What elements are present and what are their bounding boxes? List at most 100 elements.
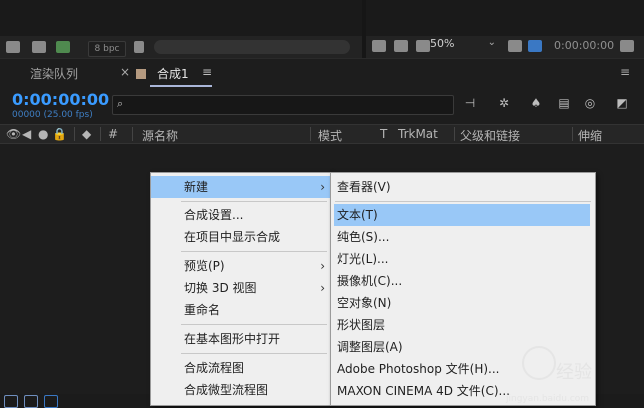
- panel-menu-icon[interactable]: ≡: [620, 65, 630, 79]
- viewer-area-left: [0, 0, 362, 36]
- folder-icon[interactable]: [32, 41, 46, 53]
- shy-layers-icon[interactable]: ♠: [528, 96, 544, 110]
- menu-item-label: 摄像机(C)...: [337, 274, 403, 288]
- active-tab-indicator: [150, 85, 212, 87]
- comp-flowchart-icon[interactable]: ⊣: [462, 96, 478, 110]
- menu-item-label: 预览(P): [184, 259, 225, 273]
- menu-item-label: 重命名: [184, 303, 221, 317]
- graph-editor-icon[interactable]: ◩: [614, 96, 630, 110]
- tab-comp1[interactable]: 合成1: [157, 65, 189, 82]
- menu-item-label: 文本(T): [337, 208, 378, 222]
- column-divider: [572, 127, 573, 141]
- close-icon[interactable]: ×: [120, 65, 130, 79]
- submenu-item-viewer[interactable]: 查看器(V): [331, 176, 595, 198]
- tab-menu-icon[interactable]: ≡: [202, 65, 212, 79]
- in-out-icon[interactable]: [44, 395, 58, 408]
- camera-snapshot-icon[interactable]: [620, 40, 634, 52]
- column-divider: [74, 127, 75, 141]
- zoom-value: 50%: [430, 37, 455, 50]
- timeline-tab-bar: 渲染队列 × 合成1 ≡ ≡: [0, 58, 644, 89]
- monitor-icon[interactable]: [394, 40, 408, 52]
- submenu-item-null-object[interactable]: 空对象(N): [331, 292, 595, 314]
- menu-item-comp-mini-flowchart[interactable]: 合成微型流程图: [151, 379, 331, 401]
- menu-item-label: 新建: [184, 180, 209, 194]
- transfer-controls-icon[interactable]: [24, 395, 38, 408]
- column-divider: [310, 127, 311, 141]
- column-divider: [100, 127, 101, 141]
- snapshot-icon[interactable]: [6, 41, 20, 53]
- menu-item-label: 灯光(L)...: [337, 252, 389, 266]
- menu-item-label: 查看器(V): [337, 180, 391, 194]
- menu-item-label: 空对象(N): [337, 296, 392, 310]
- menu-item-reveal-in-project[interactable]: 在项目中显示合成: [151, 226, 331, 248]
- grid-icon[interactable]: [508, 40, 522, 52]
- layer-switches-icon[interactable]: [4, 395, 18, 408]
- project-scrollbar[interactable]: [154, 40, 350, 54]
- menu-item-label: 形状图层: [337, 318, 386, 332]
- zoom-select[interactable]: 50% ⌄: [430, 37, 500, 53]
- color-settings-icon[interactable]: [56, 41, 70, 53]
- menu-item-new[interactable]: 新建 ›: [151, 176, 331, 198]
- frame-blending-icon[interactable]: ▤: [556, 96, 572, 110]
- chevron-right-icon: ›: [320, 259, 325, 273]
- draft-3d-icon[interactable]: ✲: [496, 96, 512, 110]
- chevron-down-icon: ⌄: [487, 37, 496, 48]
- submenu-item-solid[interactable]: 纯色(S)...: [331, 226, 595, 248]
- watermark-text: 经验: [556, 362, 592, 383]
- menu-item-label: 合成微型流程图: [184, 383, 269, 397]
- layer-search-input[interactable]: ⌕: [112, 95, 454, 115]
- menu-separator: [181, 201, 327, 202]
- transparency-grid-icon[interactable]: [528, 40, 542, 52]
- menu-item-label: 切换 3D 视图: [184, 281, 257, 295]
- submenu-item-shape-layer[interactable]: 形状图层: [331, 314, 595, 336]
- lock-icon[interactable]: 🔒: [52, 127, 67, 141]
- current-time[interactable]: 0:00:00:00: [12, 90, 109, 109]
- frame-rate-readout: 00000 (25.00 fps): [12, 110, 93, 120]
- column-mode[interactable]: 模式: [318, 127, 342, 144]
- column-divider: [132, 127, 133, 141]
- column-t[interactable]: T: [380, 127, 387, 141]
- mask-icon[interactable]: [416, 40, 430, 52]
- eye-icon[interactable]: 👁: [6, 127, 21, 141]
- submenu-item-camera[interactable]: 摄像机(C)...: [331, 270, 595, 292]
- submenu-item-text[interactable]: 文本(T): [334, 204, 590, 226]
- column-parent[interactable]: 父级和链接: [460, 127, 520, 144]
- watermark-url: jingyan.baidu.com: [506, 394, 590, 404]
- viewer-toolbar-left: 8 bpc: [0, 0, 362, 58]
- audio-icon[interactable]: ◀: [22, 127, 31, 141]
- chevron-right-icon: ›: [320, 180, 325, 194]
- menu-separator: [181, 353, 327, 354]
- menu-separator: [335, 201, 591, 202]
- trash-icon[interactable]: [134, 41, 144, 53]
- menu-item-label: 调整图层(A): [337, 340, 403, 354]
- menu-item-label: 合成设置...: [184, 208, 244, 222]
- menu-item-rename[interactable]: 重命名: [151, 299, 331, 321]
- viewer-area-right: [366, 0, 644, 36]
- menu-item-label: 合成流程图: [184, 361, 245, 375]
- bpc-button[interactable]: 8 bpc: [88, 41, 126, 57]
- submenu-item-light[interactable]: 灯光(L)...: [331, 248, 595, 270]
- menu-item-preview[interactable]: 预览(P) ›: [151, 255, 331, 277]
- viewer-toolbar-right: 50% ⌄ 0:00:00:00: [366, 0, 644, 58]
- menu-item-open-in-essential-graphics[interactable]: 在基本图形中打开: [151, 328, 331, 350]
- watermark: 经验 jingyan.baidu.com: [500, 338, 620, 404]
- region-of-interest-icon[interactable]: [372, 40, 386, 52]
- column-source-name[interactable]: 源名称: [142, 127, 178, 144]
- tab-render-queue[interactable]: 渲染队列: [30, 65, 78, 82]
- motion-blur-icon[interactable]: ◎: [582, 96, 598, 110]
- label-tag-icon[interactable]: ◆: [82, 127, 91, 141]
- search-icon: ⌕: [117, 97, 124, 110]
- baidu-paw-logo: [522, 346, 556, 380]
- menu-item-switch-3d-view[interactable]: 切换 3D 视图 ›: [151, 277, 331, 299]
- viewer-timecode[interactable]: 0:00:00:00: [554, 39, 614, 52]
- context-menu: 新建 › 合成设置... 在项目中显示合成 预览(P) › 切换 3D 视图 ›…: [150, 172, 332, 406]
- column-stretch[interactable]: 伸缩: [578, 127, 602, 144]
- column-hash[interactable]: #: [108, 127, 118, 141]
- solo-icon[interactable]: ●: [38, 127, 48, 141]
- comp-color-swatch: [136, 69, 146, 79]
- layer-columns-header: 👁 ◀ ● 🔒 ◆ # 源名称 模式 T TrkMat 父级和链接 伸缩: [0, 124, 644, 144]
- column-trkmat[interactable]: TrkMat: [398, 127, 438, 141]
- column-divider: [454, 127, 455, 141]
- menu-item-comp-settings[interactable]: 合成设置...: [151, 204, 331, 226]
- menu-item-comp-flowchart[interactable]: 合成流程图: [151, 357, 331, 379]
